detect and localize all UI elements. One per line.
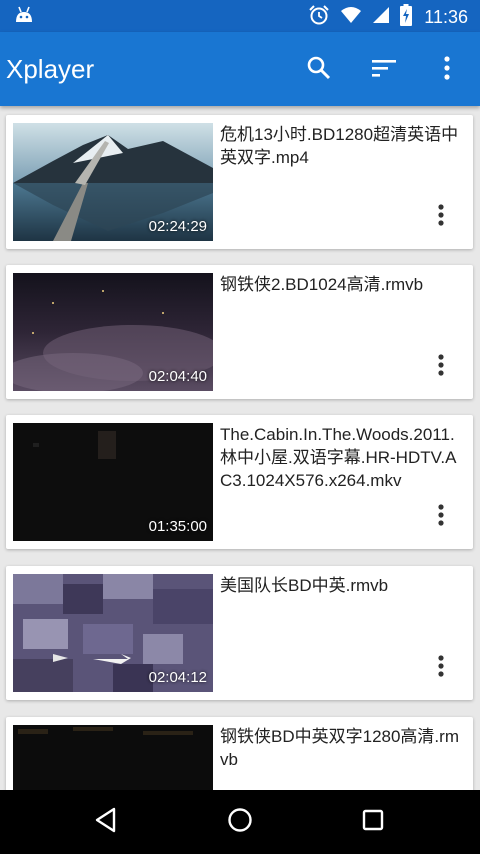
back-icon xyxy=(94,807,118,837)
video-card[interactable]: 02:04:40 钢铁侠2.BD1024高清.rmvb xyxy=(6,265,473,399)
video-duration: 01:35:00 xyxy=(148,518,207,535)
alarm-icon xyxy=(308,4,330,30)
video-duration: 02:24:29 xyxy=(148,218,207,235)
video-card[interactable]: 01:35:00 The.Cabin.In.The.Woods.2011.林中小… xyxy=(6,415,473,549)
video-thumbnail[interactable]: 02:04:12 xyxy=(13,574,213,692)
status-time: 11:36 xyxy=(424,6,468,27)
video-title: 钢铁侠BD中英双字1280高清.rmvb xyxy=(220,727,459,769)
search-button[interactable] xyxy=(299,50,339,90)
video-list: 02:24:29 危机13小时.BD1280超清英语中英双字.mp4 02:04… xyxy=(0,106,480,790)
home-icon xyxy=(227,807,253,837)
recents-icon xyxy=(362,809,384,835)
more-vert-icon xyxy=(438,353,444,381)
video-title: 钢铁侠2.BD1024高清.rmvb xyxy=(220,275,424,294)
video-more-button[interactable] xyxy=(429,203,453,231)
wifi-icon xyxy=(340,6,362,28)
app-bar: Xplayer xyxy=(0,32,480,106)
video-card[interactable]: 钢铁侠BD中英双字1280高清.rmvb xyxy=(6,717,473,790)
video-more-button[interactable] xyxy=(429,353,453,381)
recents-button[interactable] xyxy=(353,804,393,840)
more-vert-icon xyxy=(443,55,451,85)
video-title: 美国队长BD中英.rmvb xyxy=(220,576,389,595)
video-more-button[interactable] xyxy=(429,654,453,682)
back-button[interactable] xyxy=(86,804,126,840)
sort-button[interactable] xyxy=(364,50,404,90)
search-icon xyxy=(306,55,332,85)
video-thumbnail[interactable]: 02:04:40 xyxy=(13,273,213,391)
more-vert-icon xyxy=(438,503,444,531)
app-title: Xplayer xyxy=(6,54,95,84)
video-more-button[interactable] xyxy=(429,503,453,531)
battery-charging-icon xyxy=(400,4,413,30)
video-thumbnail[interactable]: 02:24:29 xyxy=(13,123,213,241)
overflow-menu-button[interactable] xyxy=(427,50,467,90)
more-vert-icon xyxy=(438,203,444,231)
status-bar: 11:36 xyxy=(0,0,480,32)
video-card[interactable]: 02:24:29 危机13小时.BD1280超清英语中英双字.mp4 xyxy=(6,115,473,249)
video-thumbnail[interactable] xyxy=(13,725,213,790)
video-title: The.Cabin.In.The.Woods.2011.林中小屋.双语字幕.HR… xyxy=(220,425,457,490)
video-card[interactable]: 02:04:12 美国队长BD中英.rmvb xyxy=(6,566,473,700)
video-duration: 02:04:12 xyxy=(148,669,207,686)
more-vert-icon xyxy=(438,654,444,682)
video-title: 危机13小时.BD1280超清英语中英双字.mp4 xyxy=(220,125,459,167)
sort-icon xyxy=(371,58,397,82)
signal-icon xyxy=(372,6,390,28)
navigation-bar xyxy=(0,790,480,854)
android-icon xyxy=(14,6,34,28)
video-duration: 02:04:40 xyxy=(148,368,207,385)
home-button[interactable] xyxy=(220,804,260,840)
video-thumbnail[interactable]: 01:35:00 xyxy=(13,423,213,541)
